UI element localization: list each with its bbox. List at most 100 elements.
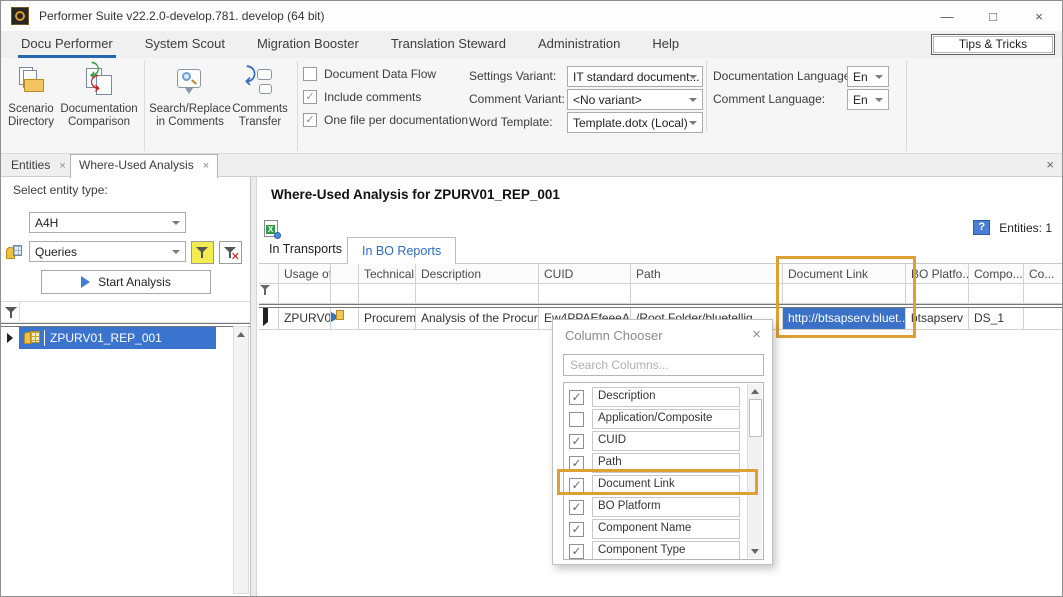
excel-export-icon[interactable]: X xyxy=(264,220,278,237)
entity-type-dropdown[interactable]: Queries xyxy=(29,241,186,262)
comments-transfer-button[interactable]: ⤸ Comments Transfer xyxy=(229,63,291,129)
header-cuid[interactable]: CUID xyxy=(539,264,631,283)
filter-cell[interactable] xyxy=(631,284,783,303)
tab-system-scout[interactable]: System Scout xyxy=(129,31,241,58)
scenario-directory-button[interactable]: Scenario Directory xyxy=(3,63,59,129)
comment-language-dropdown[interactable]: En xyxy=(847,89,889,110)
cell-usage-of[interactable]: ZPURV01... xyxy=(279,308,331,329)
tab-help[interactable]: Help xyxy=(636,31,695,58)
expand-arrow-icon[interactable] xyxy=(7,333,13,343)
filter-cell[interactable] xyxy=(783,284,906,303)
maximize-button[interactable]: □ xyxy=(970,1,1016,31)
header-document-link[interactable]: Document Link xyxy=(783,264,906,283)
header-component-name[interactable]: Compo... xyxy=(969,264,1024,283)
filter-cell[interactable] xyxy=(1024,284,1062,303)
funnel-icon xyxy=(5,306,17,319)
scroll-up-button[interactable] xyxy=(748,384,761,398)
filter-cell[interactable] xyxy=(279,284,331,303)
clear-filter-button[interactable]: ✕ xyxy=(219,241,242,264)
tab-migration-booster[interactable]: Migration Booster xyxy=(241,31,375,58)
documentation-language-dropdown[interactable]: En xyxy=(847,66,889,87)
checkbox-box[interactable]: ✓ xyxy=(303,113,317,127)
tab-docu-performer[interactable]: Docu Performer xyxy=(5,31,129,58)
minimize-button[interactable]: — xyxy=(924,1,970,31)
tab-entities[interactable]: Entities× xyxy=(3,155,74,177)
checkbox-box[interactable]: ✓ xyxy=(569,522,584,537)
dialog-scrollbar[interactable] xyxy=(747,384,762,558)
settings-variant-dropdown[interactable]: IT standard document... xyxy=(567,66,703,87)
checkbox-box[interactable]: ✓ xyxy=(569,544,584,559)
close-tab-icon[interactable]: × xyxy=(203,160,209,172)
filter-cell[interactable] xyxy=(539,284,631,303)
cell-technical[interactable]: Procurem... xyxy=(359,308,416,329)
search-columns-input[interactable] xyxy=(563,354,764,376)
header-component-type[interactable]: Co... xyxy=(1024,264,1062,283)
list-item-document-link[interactable]: ✓ Document Link xyxy=(569,474,763,496)
header-icon-col[interactable] xyxy=(331,264,359,283)
list-item-bo-platform[interactable]: ✓ BO Platform xyxy=(569,496,763,518)
tree-row-selected[interactable]: ZPURV01_REP_001 xyxy=(1,327,250,349)
list-item-component-type[interactable]: ✓ Component Type xyxy=(569,540,763,560)
tab-in-bo-reports[interactable]: In BO Reports xyxy=(347,237,456,264)
scroll-thumb[interactable] xyxy=(749,399,762,437)
ribbon-separator xyxy=(906,61,907,151)
row-indicator-cell[interactable] xyxy=(259,308,279,329)
header-description[interactable]: Description xyxy=(416,264,539,283)
filter-cell[interactable] xyxy=(331,284,359,303)
cell-report-icon[interactable]: x xyxy=(331,308,359,329)
selected-entity[interactable]: ZPURV01_REP_001 xyxy=(19,327,216,349)
header-usage-of[interactable]: Usage of xyxy=(279,264,331,283)
tab-in-transports[interactable]: In Transports xyxy=(269,242,342,256)
word-template-dropdown[interactable]: Template.dotx (Local) xyxy=(567,112,703,133)
close-button[interactable]: × xyxy=(1016,1,1062,31)
tree-scrollbar[interactable] xyxy=(233,326,249,594)
checkbox-include-comments[interactable]: ✓ Include comments xyxy=(303,89,468,104)
cell-bo-platform[interactable]: btsapserv xyxy=(906,308,969,329)
tree-filter-row[interactable] xyxy=(1,302,250,323)
dialog-close-icon[interactable]: × xyxy=(752,326,761,343)
checkbox-box[interactable]: ✓ xyxy=(569,390,584,405)
close-panel-icon[interactable]: × xyxy=(1046,157,1054,172)
list-item-application-composite[interactable]: Application/Composite xyxy=(569,408,763,430)
select-entity-type-label: Select entity type: xyxy=(13,183,108,197)
settings-variant-label: Settings Variant: xyxy=(469,66,565,86)
header-technical[interactable]: Technical... xyxy=(359,264,416,283)
checkbox-one-file-per-documentation[interactable]: ✓ One file per documentation xyxy=(303,112,468,127)
filter-cell[interactable] xyxy=(416,284,539,303)
system-dropdown[interactable]: A4H xyxy=(29,212,186,233)
comment-variant-dropdown[interactable]: <No variant> xyxy=(567,89,703,110)
checkbox-box[interactable]: ✓ xyxy=(569,456,584,471)
tab-translation-steward[interactable]: Translation Steward xyxy=(375,31,522,58)
entity-tree-grid: ZPURV01_REP_001 xyxy=(1,301,250,596)
filter-cell[interactable] xyxy=(906,284,969,303)
checkbox-box[interactable]: ✓ xyxy=(569,500,584,515)
scroll-down-button[interactable] xyxy=(748,544,761,558)
filter-cell[interactable] xyxy=(969,284,1024,303)
list-item-cuid[interactable]: ✓ CUID xyxy=(569,430,763,452)
documentation-comparison-button[interactable]: ⤸⤹ Documentation Comparison xyxy=(59,63,139,129)
list-item-component-name[interactable]: ✓ Component Name xyxy=(569,518,763,540)
checkbox-box[interactable] xyxy=(569,412,584,427)
cell-component-name[interactable]: DS_1 xyxy=(969,308,1024,329)
checkbox-box[interactable]: ✓ xyxy=(303,90,317,104)
scroll-up-button[interactable] xyxy=(234,327,248,342)
list-item-path[interactable]: ✓ Path xyxy=(569,452,763,474)
header-path[interactable]: Path xyxy=(631,264,783,283)
checkbox-document-data-flow[interactable]: Document Data Flow xyxy=(303,66,468,81)
checkbox-box[interactable] xyxy=(303,67,317,81)
checkbox-box[interactable]: ✓ xyxy=(569,478,584,493)
tips-and-tricks-button[interactable]: Tips & Tricks xyxy=(931,34,1055,55)
header-bo-platform[interactable]: BO Platfo... xyxy=(906,264,969,283)
cell-document-link[interactable]: http://btsapserv.bluet... xyxy=(783,308,906,329)
list-item-description[interactable]: ✓ Description xyxy=(569,386,763,408)
filter-cell[interactable] xyxy=(359,284,416,303)
search-replace-comments-button[interactable]: Search/Replace in Comments xyxy=(149,63,231,129)
checkbox-box[interactable]: ✓ xyxy=(569,434,584,449)
cell-description[interactable]: Analysis of the Procur... xyxy=(416,308,539,329)
close-tab-icon[interactable]: × xyxy=(59,160,65,172)
cell-component-type[interactable] xyxy=(1024,308,1062,329)
filter-button[interactable] xyxy=(191,241,214,264)
start-analysis-button[interactable]: Start Analysis xyxy=(41,270,211,294)
tab-administration[interactable]: Administration xyxy=(522,31,636,58)
tab-where-used-analysis[interactable]: Where-Used Analysis× xyxy=(70,154,218,178)
